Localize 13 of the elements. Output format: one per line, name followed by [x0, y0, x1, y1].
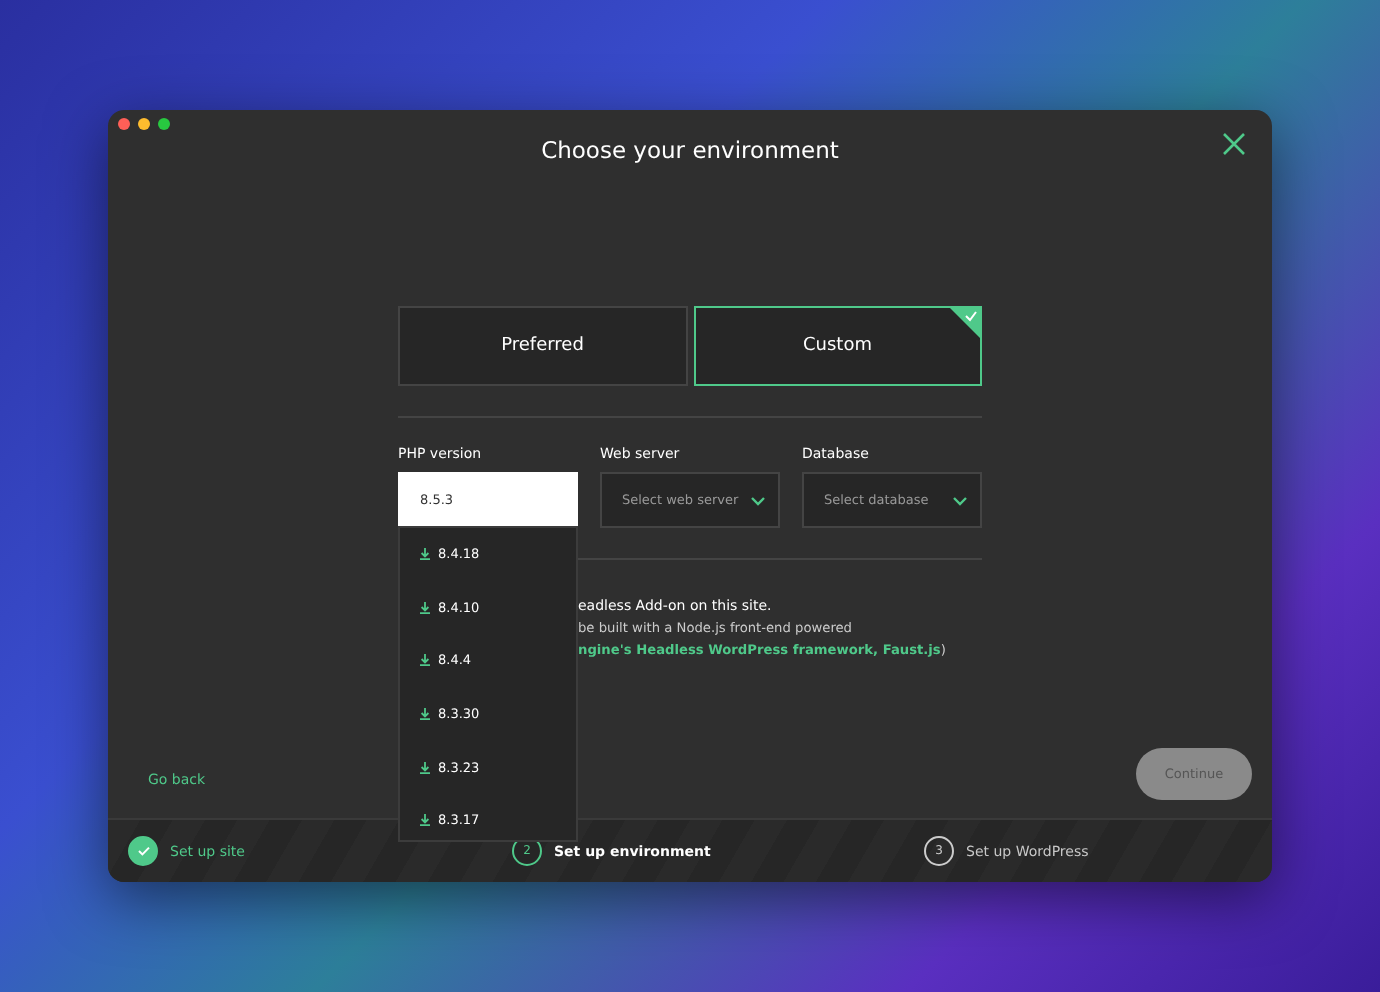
option-card[interactable]: Custom — [693, 306, 982, 386]
download-icon — [420, 601, 430, 614]
download-icon — [420, 548, 430, 561]
download-icon — [420, 654, 430, 667]
chevron-down-icon — [952, 495, 968, 505]
download-icon — [420, 708, 430, 721]
close-icon[interactable] — [1222, 132, 1246, 156]
option-card[interactable]: Preferred — [398, 306, 687, 386]
download-icon — [420, 761, 430, 774]
chevron-down-icon — [750, 495, 766, 505]
check-badge-icon — [950, 308, 980, 338]
window-title: Choose your environment — [541, 136, 839, 166]
download-icon — [420, 814, 430, 827]
